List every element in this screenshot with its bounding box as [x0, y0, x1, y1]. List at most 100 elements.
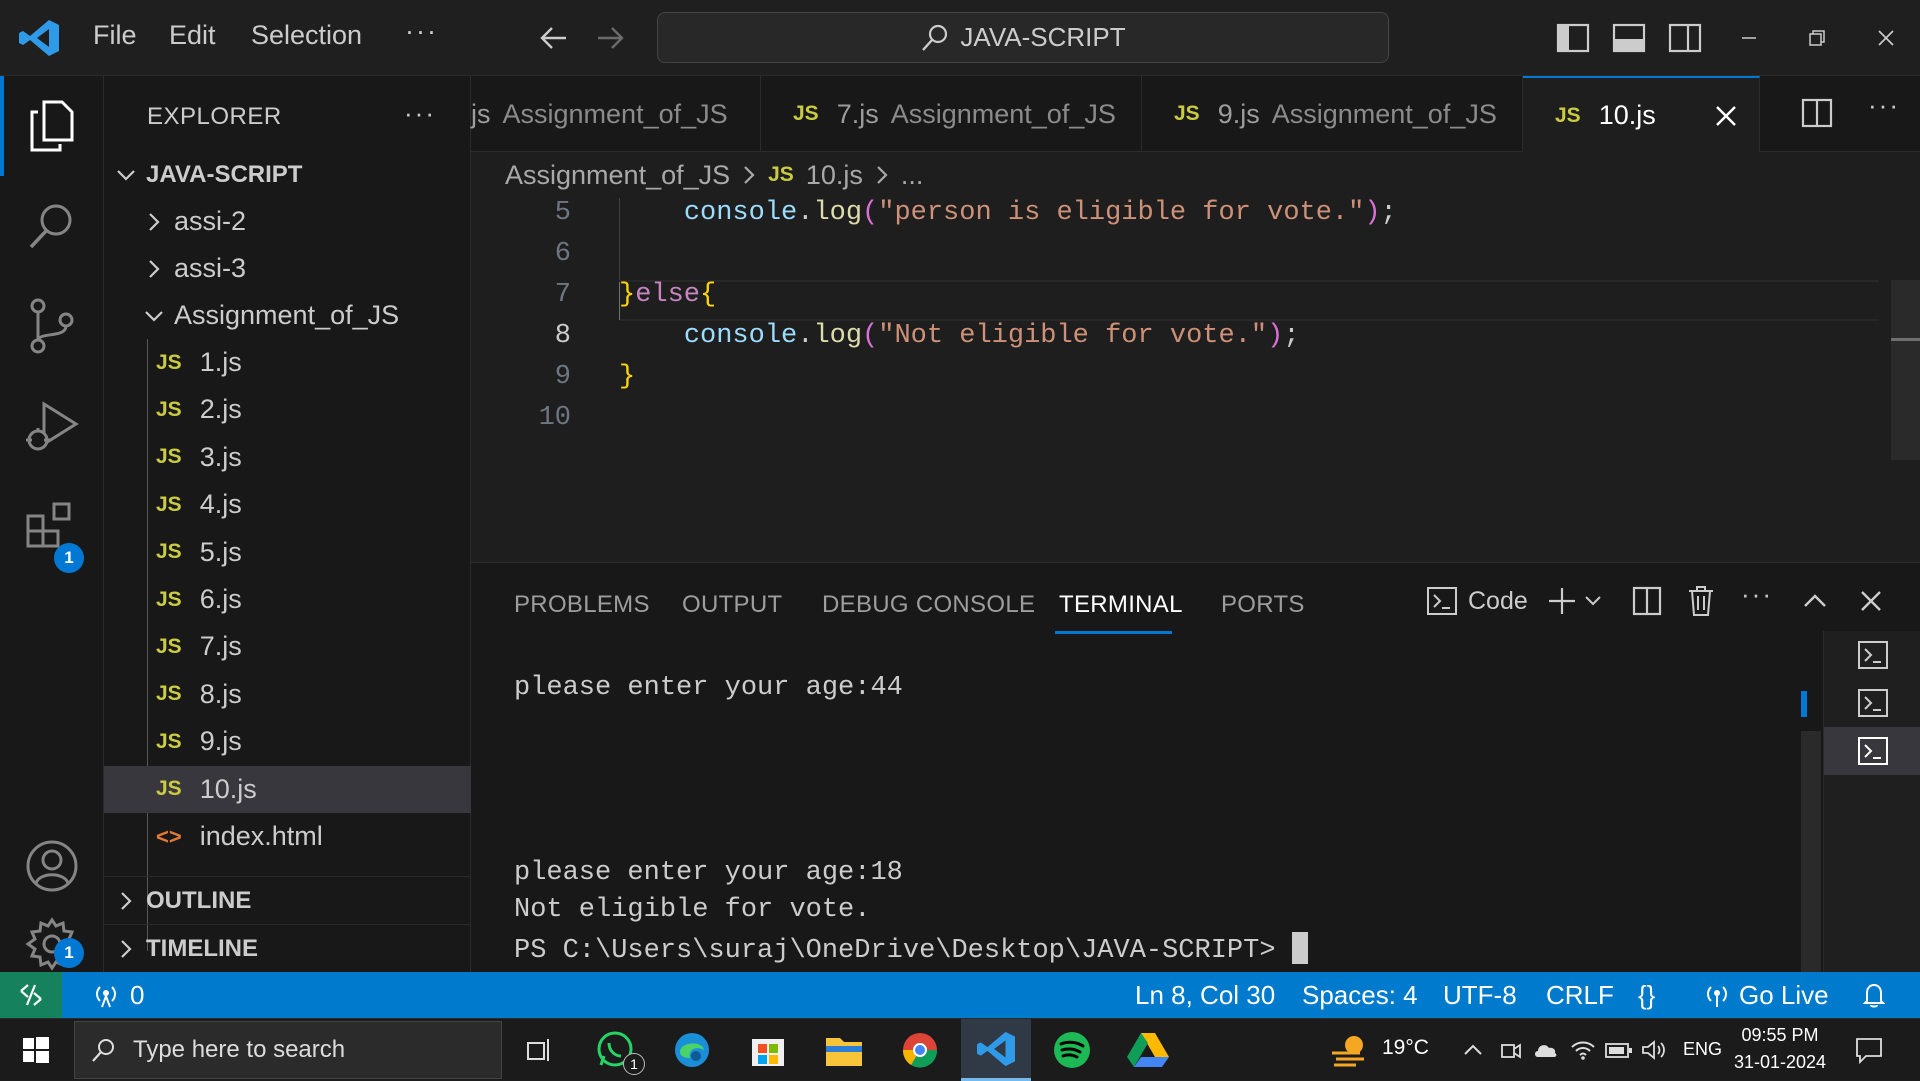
code-editor[interactable]: 5 6 7 8 9 10 console.log("person is eligible … [471, 198, 1920, 562]
explorer-more-button[interactable]: ··· [404, 98, 436, 129]
go-live-button[interactable]: Go Live [1703, 972, 1829, 1018]
chrome-browser-icon[interactable] [885, 1019, 955, 1081]
terminal-instance-icon[interactable] [1824, 631, 1920, 679]
close-tab-icon[interactable] [1712, 102, 1740, 130]
settings-gear-icon[interactable] [0, 916, 104, 972]
tab-debug-console[interactable]: DEBUG CONSOLE [822, 591, 1035, 619]
ports-status[interactable]: 0 [92, 972, 144, 1018]
toggle-secondary-sidebar-icon[interactable] [1667, 20, 1703, 56]
windows-start-icon[interactable] [0, 1019, 72, 1081]
file-item[interactable]: JS 6.js [104, 576, 471, 623]
close-panel-icon[interactable] [1857, 587, 1885, 615]
menu-more[interactable]: ··· [405, 16, 438, 47]
notifications-bell-icon[interactable] [1860, 972, 1888, 1018]
file-item[interactable]: JS 4.js [104, 481, 471, 528]
battery-icon[interactable] [1605, 1040, 1633, 1060]
toggle-panel-icon[interactable] [1611, 20, 1647, 56]
terminal-scrollbar[interactable] [1801, 731, 1821, 972]
extensions-icon[interactable] [0, 476, 104, 576]
close-window-icon[interactable] [1868, 20, 1904, 56]
back-arrow-icon[interactable] [538, 22, 570, 54]
tab-10-js-active[interactable]: JS 10.js [1523, 76, 1760, 153]
folder-assi-2[interactable]: assi-2 [104, 198, 471, 245]
split-terminal-icon[interactable] [1631, 585, 1663, 617]
terminal-prompt[interactable]: PS C:\Users\suraj\OneDrive\Desktop\JAVA-… [514, 932, 1308, 966]
microsoft-store-icon[interactable] [733, 1019, 803, 1081]
indentation[interactable]: Spaces: 4 [1302, 972, 1418, 1018]
new-terminal-icon[interactable] [1546, 585, 1578, 617]
edge-browser-icon[interactable] [657, 1019, 727, 1081]
terminal-instance-icon-active[interactable] [1824, 727, 1920, 775]
menu-edit[interactable]: Edit [169, 20, 216, 51]
file-item[interactable]: JS 10.js [104, 765, 471, 813]
tab-problems[interactable]: PROBLEMS [514, 591, 650, 619]
line-ending[interactable]: CRLF [1546, 972, 1614, 1018]
menu-selection[interactable]: Selection [251, 20, 362, 51]
spotify-icon[interactable] [1037, 1019, 1107, 1081]
file-item[interactable]: JS 8.js [104, 671, 471, 718]
breadcrumb-more[interactable]: ... [901, 160, 924, 191]
minimize-icon[interactable] [1731, 20, 1767, 56]
workspace-root[interactable]: JAVA-SCRIPT [104, 151, 471, 198]
source-control-icon[interactable] [0, 276, 104, 376]
chevron-up-icon[interactable] [1462, 1039, 1484, 1061]
task-view-icon[interactable] [505, 1019, 575, 1081]
meet-now-icon[interactable] [1500, 1039, 1522, 1061]
weather-icon[interactable] [1330, 1033, 1370, 1067]
accounts-icon[interactable] [0, 816, 104, 916]
menu-file[interactable]: File [93, 20, 137, 51]
file-item[interactable]: JS 7.js [104, 623, 471, 670]
clock-time[interactable]: 09:55 PM [1730, 1025, 1830, 1046]
restore-icon[interactable] [1799, 20, 1835, 56]
wifi-icon[interactable] [1570, 1039, 1596, 1061]
toggle-sidebar-icon[interactable] [1555, 20, 1591, 56]
tab-9-js[interactable]: JS 9.js Assignment_of_JS [1142, 76, 1523, 152]
action-center-icon[interactable] [1854, 1035, 1884, 1065]
tab-7-js[interactable]: JS 7.js Assignment_of_JS [761, 76, 1142, 152]
cursor-position[interactable]: Ln 8, Col 30 [1135, 972, 1275, 1018]
taskbar-search-box[interactable]: Type here to search [74, 1021, 502, 1079]
language-mode[interactable]: {} [1638, 972, 1655, 1018]
panel-more-button[interactable]: ··· [1741, 579, 1773, 610]
tab-partial-js[interactable]: js Assignment_of_JS [471, 76, 761, 152]
tab-output[interactable]: OUTPUT [682, 591, 782, 619]
clock-date[interactable]: 31-01-2024 [1730, 1052, 1830, 1073]
editor-scrollbar[interactable] [1891, 280, 1920, 460]
folder-assi-3[interactable]: assi-3 [104, 245, 471, 292]
split-editor-icon[interactable] [1800, 96, 1834, 130]
editor-more-button[interactable]: ··· [1868, 90, 1900, 121]
search-icon[interactable] [0, 176, 104, 276]
tab-ports[interactable]: PORTS [1221, 591, 1305, 619]
forward-arrow-icon[interactable] [594, 22, 626, 54]
outline-section[interactable]: OUTLINE [104, 877, 471, 924]
folder-assignment-of-js[interactable]: Assignment_of_JS [104, 292, 471, 339]
vscode-taskbar-icon[interactable] [961, 1019, 1031, 1081]
chevron-down-icon[interactable] [1583, 591, 1603, 611]
timeline-section[interactable]: TIMELINE [104, 925, 471, 972]
google-drive-icon[interactable] [1113, 1019, 1183, 1081]
whatsapp-icon[interactable]: 1 [581, 1019, 651, 1081]
file-item[interactable]: JS 1.js [104, 339, 471, 386]
terminal-selector[interactable]: Code [1426, 585, 1528, 617]
maximize-panel-icon[interactable] [1801, 587, 1829, 615]
remote-indicator-icon[interactable] [0, 972, 62, 1018]
file-label: index.html [199, 821, 323, 851]
command-center-search[interactable]: JAVA-SCRIPT [657, 12, 1389, 63]
terminal-instance-icon[interactable] [1824, 679, 1920, 727]
file-explorer-icon[interactable] [809, 1019, 879, 1081]
file-item[interactable]: JS 2.js [104, 386, 471, 433]
tab-terminal[interactable]: TERMINAL [1059, 591, 1183, 619]
encoding[interactable]: UTF-8 [1443, 972, 1517, 1018]
volume-icon[interactable] [1641, 1039, 1667, 1061]
explorer-icon[interactable] [0, 76, 104, 176]
trash-icon[interactable] [1687, 585, 1715, 617]
breadcrumb-folder[interactable]: Assignment_of_JS [505, 160, 730, 191]
file-item[interactable]: JS 5.js [104, 529, 471, 576]
input-language[interactable]: ENG [1683, 1039, 1722, 1060]
breadcrumb-file[interactable]: 10.js [806, 160, 863, 191]
file-item[interactable]: <> index.html [104, 813, 471, 860]
onedrive-icon[interactable] [1532, 1039, 1558, 1061]
run-debug-icon[interactable] [0, 376, 104, 476]
file-item[interactable]: JS 3.js [104, 434, 471, 481]
file-item[interactable]: JS 9.js [104, 718, 471, 765]
